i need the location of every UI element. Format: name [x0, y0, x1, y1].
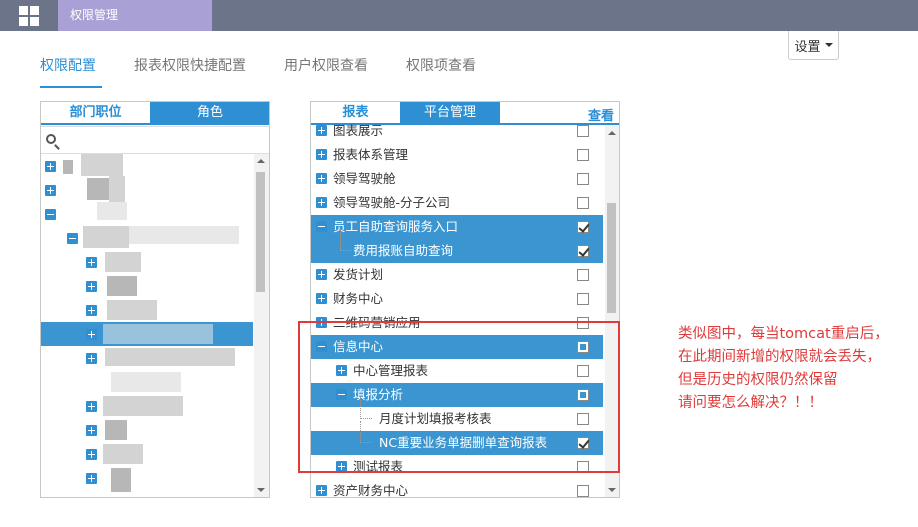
- app-tab-permission-management[interactable]: 权限管理: [58, 0, 212, 31]
- tree-row-label: 报表体系管理: [333, 147, 409, 162]
- redacted-block: [105, 252, 141, 272]
- redacted-block: [109, 176, 125, 202]
- left-search-input[interactable]: [63, 130, 263, 150]
- redacted-block: [129, 226, 239, 244]
- tree-row-label: 图表展示: [333, 123, 384, 138]
- redacted-block: [97, 202, 127, 220]
- scroll-down-icon[interactable]: [608, 488, 616, 492]
- settings-dropdown[interactable]: 设置: [788, 31, 839, 60]
- redacted-block: [81, 154, 123, 176]
- tree-connector: [340, 229, 352, 251]
- search-icon: [46, 134, 56, 144]
- expand-icon[interactable]: [86, 473, 97, 484]
- tree-row-label: 领导驾驶舱: [333, 171, 396, 186]
- tree-row[interactable]: 费用报账自助查询: [311, 229, 603, 263]
- expand-icon[interactable]: [316, 173, 327, 184]
- scroll-thumb[interactable]: [607, 203, 616, 313]
- left-panel: 部门职位 角色: [40, 101, 270, 498]
- expand-icon[interactable]: [316, 269, 327, 280]
- redacted-block: [105, 420, 127, 440]
- left-search-box: [41, 126, 269, 154]
- tree-row[interactable]: 领导驾驶舱: [311, 167, 603, 191]
- redacted-block: [63, 160, 73, 174]
- collapse-icon[interactable]: [67, 233, 78, 244]
- tree-row[interactable]: 财务中心: [311, 287, 603, 311]
- expand-icon[interactable]: [86, 401, 97, 412]
- redacted-block: [87, 178, 109, 200]
- redacted-block: [107, 276, 137, 296]
- expand-icon[interactable]: [45, 185, 56, 196]
- expand-icon[interactable]: [316, 149, 327, 160]
- annotation-line: 类似图中，每当tomcat重启后，: [678, 326, 889, 342]
- left-scrollbar[interactable]: [254, 154, 269, 497]
- redacted-block: [103, 396, 183, 416]
- tree-row[interactable]: 领导驾驶舱-分子公司: [311, 191, 603, 215]
- active-tab-underline: [40, 86, 102, 88]
- expand-icon[interactable]: [316, 125, 327, 136]
- annotation-note: 类似图中，每当tomcat重启后， 在此期间新增的权限就会丢失， 但是历史的权限…: [678, 323, 914, 415]
- scroll-up-icon[interactable]: [608, 131, 616, 135]
- expand-icon[interactable]: [45, 161, 56, 172]
- tree-row-label: 领导驾驶舱-分子公司: [333, 195, 451, 210]
- permission-checkbox[interactable]: [577, 197, 589, 209]
- tab-dept-position[interactable]: 部门职位: [41, 102, 150, 125]
- permission-checkbox[interactable]: [577, 221, 589, 233]
- nav-tabs: 权限配置 报表权限快捷配置 用户权限查看 权限项查看: [40, 56, 514, 88]
- tree-row-label: 资产财务中心: [333, 483, 409, 497]
- tree-row-label: 财务中心: [333, 291, 384, 306]
- scroll-up-icon[interactable]: [257, 159, 265, 163]
- collapse-icon[interactable]: [45, 209, 56, 220]
- permission-checkbox[interactable]: [577, 245, 589, 257]
- redacted-block: [107, 300, 157, 320]
- tree-row-label: 费用报账自助查询: [353, 243, 454, 258]
- highlight-box: [298, 321, 620, 473]
- tree-row[interactable]: 资产财务中心: [311, 479, 603, 497]
- tree-row[interactable]: 发货计划: [311, 263, 603, 287]
- expand-icon[interactable]: [86, 281, 97, 292]
- redacted-block: [103, 324, 213, 344]
- expand-icon[interactable]: [86, 257, 97, 268]
- scroll-down-icon[interactable]: [257, 488, 265, 492]
- tab-permission-item-view[interactable]: 权限项查看: [406, 56, 476, 80]
- permission-checkbox[interactable]: [577, 269, 589, 281]
- tab-permission-config[interactable]: 权限配置: [40, 56, 96, 80]
- expand-icon[interactable]: [316, 293, 327, 304]
- tab-role[interactable]: 角色: [150, 102, 269, 125]
- scroll-thumb[interactable]: [256, 172, 265, 292]
- permission-checkbox[interactable]: [577, 125, 589, 137]
- settings-label: 设置: [794, 39, 821, 55]
- tree-row[interactable]: 员工自助查询服务入口: [311, 215, 603, 239]
- annotation-line: 但是历史的权限仍然保留: [678, 372, 838, 388]
- tree-row[interactable]: 图表展示: [311, 119, 603, 143]
- permission-checkbox[interactable]: [577, 485, 589, 497]
- expand-icon[interactable]: [86, 305, 97, 316]
- redacted-block: [83, 226, 129, 248]
- tab-report-quick-config[interactable]: 报表权限快捷配置: [134, 56, 246, 80]
- permission-checkbox[interactable]: [577, 293, 589, 305]
- expand-icon[interactable]: [316, 485, 327, 496]
- annotation-line: 请问要怎么解决？！！: [678, 395, 823, 411]
- redacted-block: [111, 372, 181, 392]
- redacted-block: [105, 348, 235, 366]
- left-panel-tabs: 部门职位 角色: [41, 102, 269, 125]
- redacted-block: [111, 468, 131, 492]
- collapse-icon[interactable]: [316, 221, 327, 232]
- permission-checkbox[interactable]: [577, 149, 589, 161]
- caret-down-icon: [824, 43, 833, 47]
- expand-icon[interactable]: [316, 197, 327, 208]
- expand-icon[interactable]: [86, 425, 97, 436]
- top-bar: 权限管理: [0, 0, 918, 31]
- tree-row[interactable]: 报表体系管理: [311, 143, 603, 167]
- permission-checkbox[interactable]: [577, 173, 589, 185]
- expand-icon[interactable]: [86, 329, 97, 340]
- expand-icon[interactable]: [86, 449, 97, 460]
- tab-user-permission-view[interactable]: 用户权限查看: [284, 56, 368, 80]
- app-grid-icon[interactable]: [0, 0, 58, 31]
- tree-row-label: 发货计划: [333, 267, 384, 282]
- redacted-block: [103, 444, 143, 464]
- expand-icon[interactable]: [86, 353, 97, 364]
- annotation-line: 在此期间新增的权限就会丢失，: [678, 349, 881, 365]
